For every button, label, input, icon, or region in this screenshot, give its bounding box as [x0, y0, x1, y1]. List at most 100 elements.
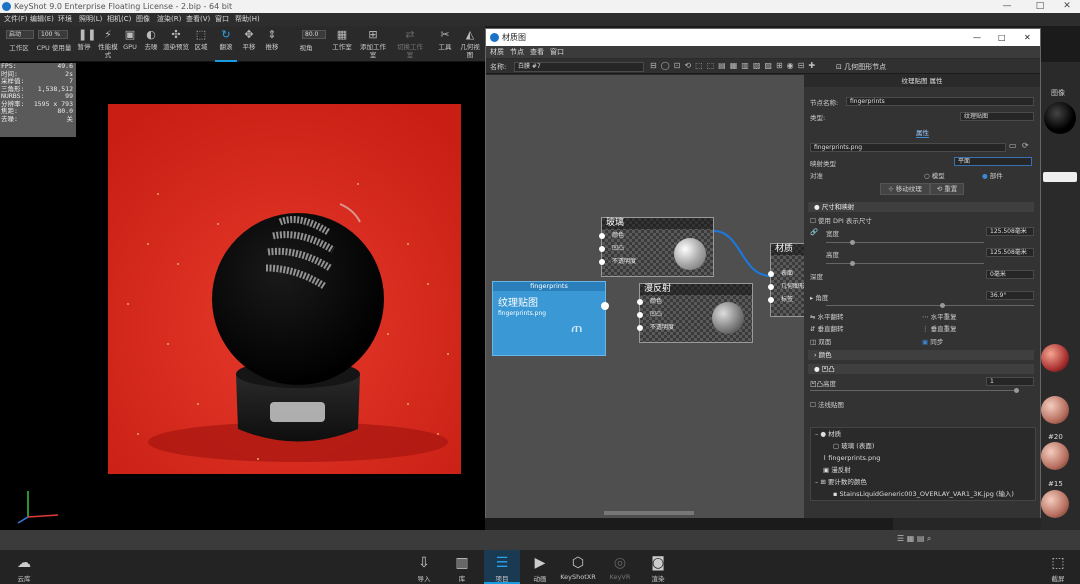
- pause-button[interactable]: ❚❚ 暂停: [74, 26, 97, 62]
- menu-window[interactable]: 窗口: [215, 13, 229, 26]
- link-icon[interactable]: 🔗: [810, 228, 818, 236]
- graph-toolbar-icons[interactable]: ⊟◯⊡⟲⬚⬚▤▦▥▧▨⊞◉⊟✚: [650, 61, 819, 70]
- tab-properties[interactable]: 属性: [916, 127, 929, 138]
- glass-node[interactable]: 玻璃 颜色 凹凸 不透明度: [598, 217, 714, 277]
- tree-item-fingerprints[interactable]: ⌇ fingerprints.png: [811, 452, 880, 464]
- color-swatch[interactable]: [1043, 172, 1077, 182]
- node-name-input[interactable]: fingerprints: [846, 97, 1034, 106]
- graph-maximize-button[interactable]: □: [998, 29, 1006, 46]
- dolly-button[interactable]: ⇕ 推移: [262, 26, 282, 62]
- diffuse-bump-port[interactable]: 凹凸: [636, 311, 662, 319]
- pan-button[interactable]: ✥ 平移: [239, 26, 259, 62]
- menu-edit[interactable]: 编辑(E): [30, 13, 54, 26]
- maximize-button[interactable]: □: [1025, 0, 1055, 13]
- sync-option[interactable]: ▣ 同步: [922, 336, 943, 346]
- repeat-vertical-option[interactable]: ⋮ 垂直重复: [922, 323, 957, 333]
- tree-item-diffuse[interactable]: ▣ 漫反射: [811, 464, 851, 476]
- workspace-button[interactable]: 工作区: [4, 26, 34, 62]
- glass-color-port[interactable]: 颜色: [598, 232, 624, 240]
- graph-close-button[interactable]: ✕: [1024, 29, 1031, 46]
- material-thumb[interactable]: [1041, 442, 1069, 470]
- material-thumb[interactable]: [1041, 344, 1069, 372]
- normal-map-checkbox[interactable]: ☐ 法线贴图: [810, 399, 844, 409]
- two-sided-option[interactable]: ◫ 双面: [810, 336, 831, 346]
- material-thumb[interactable]: [1041, 490, 1069, 518]
- minimize-button[interactable]: —: [992, 0, 1022, 13]
- image-tab-label[interactable]: 图像: [1051, 88, 1065, 98]
- texture-map-node[interactable]: fingerprints 纹理贴图 fingerprints.png ጠ: [492, 281, 609, 356]
- render-button[interactable]: ◙ 渲染: [640, 550, 676, 584]
- import-button[interactable]: ⇩ 导入: [406, 550, 442, 584]
- material-preview-thumb[interactable]: [1044, 102, 1076, 134]
- performance-mode-button[interactable]: ⚡ 性能模式: [96, 26, 120, 62]
- width-input[interactable]: 125.508毫米: [986, 227, 1034, 236]
- glass-opacity-port[interactable]: 不透明度: [598, 258, 636, 266]
- render-preview-button[interactable]: ✣ 渲染预览: [163, 26, 189, 62]
- reset-button[interactable]: ⟲ 重置: [930, 183, 964, 195]
- diffuse-opacity-port[interactable]: 不透明度: [636, 324, 674, 332]
- menu-lighting[interactable]: 照明(L): [79, 13, 102, 26]
- material-thumb[interactable]: [1041, 396, 1069, 424]
- flip-vertical-option[interactable]: ⇵ 垂直翻转: [810, 323, 844, 333]
- graph-menu-node[interactable]: 节点: [510, 46, 524, 58]
- graph-scrollbar[interactable]: [604, 511, 694, 515]
- project-button[interactable]: ☰ 项目: [484, 550, 520, 584]
- view-angle-button[interactable]: 视角: [294, 26, 318, 62]
- align-part-radio[interactable]: ● 部件: [982, 170, 1003, 180]
- refresh-icon[interactable]: ⟳: [1022, 141, 1029, 150]
- depth-input[interactable]: 0毫米: [986, 270, 1034, 279]
- move-texture-button[interactable]: ⊹ 移动纹理: [880, 183, 930, 195]
- menu-help[interactable]: 帮助(H): [235, 13, 260, 26]
- node-graph-canvas[interactable]: 玻璃 颜色 凹凸 不透明度 漫反射 颜色 凹凸 不透明度 材质 表面 几何图形 …: [486, 75, 810, 518]
- material-geometry-port[interactable]: 几何图形: [767, 283, 805, 291]
- tumble-button[interactable]: ↻ 翻滚: [215, 26, 237, 62]
- switch-studio-button[interactable]: ⇄ 切换工作室: [396, 26, 424, 62]
- menu-file[interactable]: 文件(F): [4, 13, 28, 26]
- menu-environment[interactable]: 环境: [58, 13, 72, 26]
- tree-item-glass[interactable]: ▢ 玻璃 (表面): [811, 440, 874, 452]
- screenshot-button[interactable]: ⬚ 截屏: [1040, 550, 1076, 584]
- bump-section[interactable]: ● 凹凸: [808, 364, 1034, 374]
- cpu-usage-button[interactable]: CPU 使用量: [36, 26, 72, 62]
- region-button[interactable]: ⬚ 区域: [191, 26, 211, 62]
- align-model-radio[interactable]: ○ 模型: [924, 170, 945, 180]
- material-surface-port[interactable]: 表面: [767, 270, 793, 278]
- menu-view[interactable]: 查看(V): [186, 13, 210, 26]
- graph-menu-material[interactable]: 材质: [490, 46, 504, 58]
- graph-menu-window[interactable]: 窗口: [550, 46, 564, 58]
- glass-bump-port[interactable]: 凹凸: [598, 245, 624, 253]
- graph-menu-view[interactable]: 查看: [530, 46, 544, 58]
- geometry-view-button[interactable]: ◭ 几何视图: [459, 26, 481, 62]
- material-name-input[interactable]: 白膜 #7: [514, 62, 644, 72]
- bump-height-input[interactable]: 1: [986, 377, 1034, 386]
- width-slider[interactable]: [826, 240, 984, 245]
- geometry-node-button[interactable]: ⊡ 几何图形节点: [836, 62, 886, 72]
- height-input[interactable]: 125.508毫米: [986, 248, 1034, 257]
- repeat-horizontal-option[interactable]: ⋯ 水平重复: [922, 311, 957, 321]
- add-studio-button[interactable]: ⊞ 添加工作室: [360, 26, 386, 62]
- texture-output-port[interactable]: [601, 302, 609, 310]
- texture-file-input[interactable]: fingerprints.png: [810, 143, 1006, 152]
- color-section[interactable]: › 颜色: [808, 350, 1034, 360]
- keyvr-button[interactable]: ◎ KeyVR: [602, 550, 638, 584]
- cloud-library-button[interactable]: ☁ 云库: [6, 550, 42, 584]
- menu-image[interactable]: 图像: [136, 13, 150, 26]
- studio-button[interactable]: ▦ 工作室: [330, 26, 354, 62]
- menu-render[interactable]: 渲染(R): [157, 13, 181, 26]
- keyshotxr-button[interactable]: ⬡ KeyShotXR: [560, 550, 596, 584]
- type-select[interactable]: 纹理贴图: [960, 112, 1034, 121]
- close-button[interactable]: ✕: [1052, 0, 1080, 13]
- mapping-select[interactable]: 平面: [954, 157, 1032, 166]
- menu-camera[interactable]: 相机(C): [107, 13, 131, 26]
- material-label-port[interactable]: 标签: [767, 296, 793, 304]
- library-button[interactable]: ▥ 库: [444, 550, 480, 584]
- folder-icon[interactable]: ▭: [1009, 141, 1017, 150]
- flip-horizontal-option[interactable]: ⇋ 水平翻转: [810, 311, 844, 321]
- size-mapping-section[interactable]: ● 尺寸和映射: [808, 202, 1034, 212]
- graph-minimize-button[interactable]: —: [973, 29, 981, 46]
- tree-item-material[interactable]: – ● 材质: [811, 428, 841, 440]
- animation-button[interactable]: ▶ 动画: [522, 550, 558, 584]
- angle-input[interactable]: 36.9°: [986, 291, 1034, 300]
- bump-height-slider[interactable]: [810, 388, 1019, 393]
- use-dpi-checkbox[interactable]: ☐ 使用 DPI 表示尺寸: [810, 215, 872, 225]
